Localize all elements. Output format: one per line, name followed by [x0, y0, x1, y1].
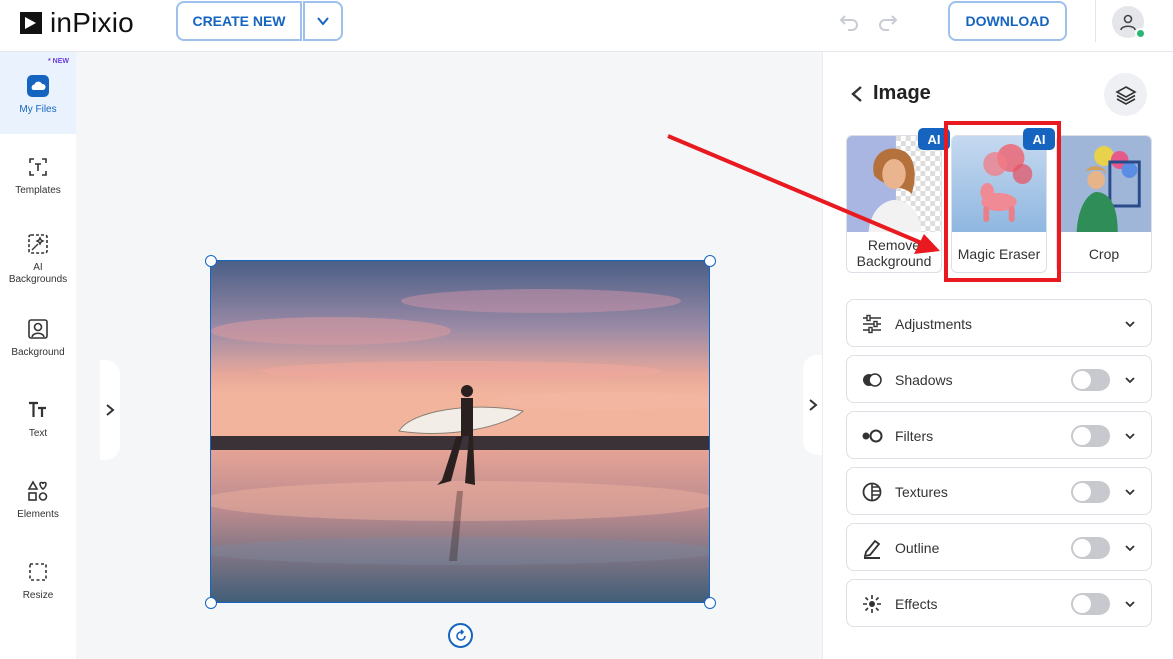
toggle-knob — [1073, 427, 1091, 445]
user-icon — [1120, 14, 1136, 31]
section-label: Shadows — [895, 372, 953, 388]
templates-icon — [29, 158, 47, 176]
undo-icon[interactable] — [838, 10, 860, 32]
chevron-down-icon — [317, 17, 329, 26]
app-name: inPixio — [50, 7, 134, 38]
chevron-down-icon — [1125, 433, 1135, 440]
filters-icon — [862, 429, 883, 443]
create-new-dropdown-button[interactable] — [303, 1, 343, 41]
toggle-knob — [1073, 371, 1091, 389]
filters-toggle[interactable] — [1071, 425, 1110, 447]
ai-backgrounds-icon — [28, 234, 48, 254]
section-effects[interactable]: Effects — [846, 579, 1152, 627]
rotate-icon — [455, 628, 466, 641]
section-label: Outline — [895, 540, 940, 556]
tool-crop[interactable]: Crop — [1056, 135, 1152, 273]
textures-toggle[interactable] — [1071, 481, 1110, 503]
annotation-highlight-box — [944, 121, 1061, 282]
top-bar: inPixio CREATE NEW DOWNLOAD — [0, 0, 1173, 52]
sidebar-item-label: Resize — [22, 590, 54, 601]
effects-toggle[interactable] — [1071, 593, 1110, 615]
redo-icon[interactable] — [877, 10, 899, 32]
tool-label: Crop — [1088, 246, 1120, 262]
section-label: Effects — [895, 596, 938, 612]
chevron-down-icon — [1125, 321, 1135, 328]
text-icon — [29, 401, 46, 417]
layers-button[interactable] — [1104, 73, 1147, 116]
tool-label: Background — [856, 253, 932, 269]
sidebar-item-label: Text — [28, 428, 48, 439]
section-filters[interactable]: Filters — [846, 411, 1152, 459]
background-icon — [28, 319, 48, 339]
canvas-photo[interactable] — [210, 260, 710, 603]
toggle-knob — [1073, 539, 1091, 557]
outline-toggle[interactable] — [1071, 537, 1110, 559]
app-logo[interactable]: inPixio — [18, 7, 134, 39]
sidebar-item-label: AI Backgrounds — [8, 262, 68, 285]
cloud-icon — [27, 75, 49, 97]
resize-handle-top-left[interactable] — [205, 255, 217, 267]
section-shadows[interactable]: Shadows — [846, 355, 1152, 403]
sidebar-item-resize[interactable]: Resize — [0, 560, 76, 602]
section-textures[interactable]: Textures — [846, 467, 1152, 515]
chevron-down-icon — [1125, 489, 1135, 496]
sliders-icon — [863, 314, 881, 334]
panel-title: Image — [873, 82, 931, 104]
section-label: Textures — [895, 484, 948, 500]
section-outline[interactable]: Outline — [846, 523, 1152, 571]
shadows-toggle[interactable] — [1071, 369, 1110, 391]
online-status-dot — [1135, 28, 1146, 39]
sidebar-item-label: My Files — [19, 104, 57, 115]
sidebar-item-label: Background — [11, 347, 65, 358]
resize-icon — [29, 563, 47, 581]
tool-remove-background[interactable]: Remove Background — [846, 135, 942, 273]
chevron-down-icon — [1125, 377, 1135, 384]
resize-handle-bottom-right[interactable] — [704, 597, 716, 609]
sidebar-item-label: Elements — [17, 509, 59, 520]
toggle-knob — [1073, 595, 1091, 613]
resize-handle-bottom-left[interactable] — [205, 597, 217, 609]
remove-background-thumbnail — [847, 136, 941, 232]
elements-icon — [27, 480, 48, 501]
sidebar-item-templates[interactable]: Templates — [0, 155, 76, 197]
sidebar-item-elements[interactable]: Elements — [0, 479, 76, 521]
back-chevron-icon[interactable] — [848, 84, 866, 104]
chevron-right-icon — [106, 404, 115, 416]
section-adjustments[interactable]: Adjustments — [846, 299, 1152, 347]
create-new-button[interactable]: CREATE NEW — [176, 1, 302, 41]
sidebar-item-ai-backgrounds[interactable]: AI Backgrounds — [0, 232, 76, 286]
chevron-down-icon — [1125, 545, 1135, 552]
rotate-button[interactable] — [448, 623, 473, 648]
collapse-right-panel-button[interactable] — [803, 355, 823, 455]
tool-label: Remove — [867, 237, 921, 253]
sidebar-item-label: Templates — [15, 185, 61, 196]
collapse-left-panel-button[interactable] — [100, 360, 120, 460]
textures-icon — [862, 482, 882, 502]
pen-icon — [863, 539, 881, 559]
sidebar-item-text[interactable]: Text — [0, 398, 76, 440]
sidebar-item-background[interactable]: Background — [0, 317, 76, 359]
chevron-right-icon — [809, 399, 818, 411]
new-badge: * NEW — [48, 58, 69, 65]
logo-icon — [20, 12, 42, 34]
left-sidebar: * NEW My Files Templates AI Backgrounds … — [0, 52, 76, 659]
toolbar-divider — [1095, 0, 1096, 42]
avatar[interactable] — [1112, 6, 1146, 39]
shadows-icon — [863, 373, 882, 387]
surfer-photo-image — [211, 261, 709, 602]
download-button[interactable]: DOWNLOAD — [948, 1, 1067, 41]
sparkle-icon — [863, 595, 881, 613]
section-label: Filters — [895, 428, 934, 444]
chevron-down-icon — [1125, 601, 1135, 608]
crop-thumbnail — [1057, 136, 1151, 232]
toggle-knob — [1073, 483, 1091, 501]
sidebar-item-my-files[interactable]: * NEW My Files — [0, 52, 76, 134]
layers-icon — [1114, 85, 1137, 105]
section-label: Adjustments — [895, 316, 973, 332]
resize-handle-top-right[interactable] — [704, 255, 716, 267]
